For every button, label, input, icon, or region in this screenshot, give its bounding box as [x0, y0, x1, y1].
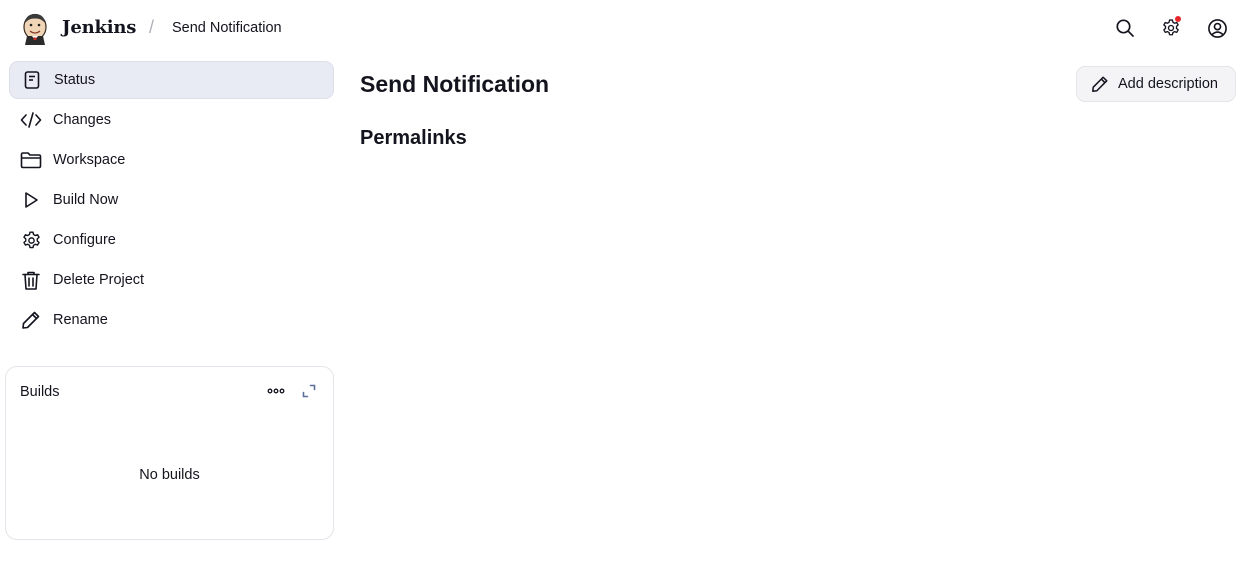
empty-state-text: No builds	[139, 467, 200, 483]
sidebar-item-changes[interactable]: Changes	[9, 101, 334, 139]
sidebar-item-status[interactable]: Status	[9, 61, 334, 99]
pencil-icon	[1091, 75, 1109, 93]
user-icon[interactable]	[1205, 16, 1229, 40]
notification-dot	[1175, 16, 1181, 22]
builds-title: Builds	[20, 384, 60, 400]
manage-gear-icon[interactable]	[1159, 16, 1183, 40]
gear-icon	[19, 228, 43, 252]
sidebar-item-configure[interactable]: Configure	[9, 221, 334, 259]
sidebar-item-label: Rename	[53, 312, 108, 328]
builds-panel: Builds No builds	[5, 366, 334, 540]
sidebar-item-label: Workspace	[53, 152, 126, 168]
breadcrumb-separator: /	[149, 17, 155, 37]
add-description-button[interactable]: Add description	[1076, 66, 1236, 102]
sidebar-item-delete-project[interactable]: Delete Project	[9, 261, 334, 299]
pencil-icon	[19, 308, 43, 332]
sidebar-item-rename[interactable]: Rename	[9, 301, 334, 339]
document-icon	[20, 68, 44, 92]
brand-name[interactable]: Jenkins	[62, 17, 136, 38]
add-description-label: Add description	[1118, 76, 1218, 92]
sidebar-item-label: Status	[54, 72, 96, 88]
search-icon[interactable]	[1113, 16, 1137, 40]
play-icon	[19, 188, 43, 212]
permalinks-heading: Permalinks	[360, 127, 467, 149]
jenkins-logo-icon[interactable]	[19, 10, 51, 46]
code-icon	[19, 108, 43, 132]
more-options-icon[interactable]	[264, 381, 288, 401]
page-title: Send Notification	[360, 71, 550, 97]
breadcrumb-current[interactable]: Send Notification	[172, 20, 282, 36]
trash-icon	[19, 268, 43, 292]
sidebar-item-label: Changes	[53, 112, 112, 128]
folder-icon	[19, 148, 43, 172]
top-header: Jenkins / Send Notification	[0, 0, 1249, 56]
sidebar-item-label: Configure	[53, 232, 116, 248]
sidebar-item-workspace[interactable]: Workspace	[9, 141, 334, 179]
sidebar-item-label: Delete Project	[53, 272, 145, 288]
sidebar-item-label: Build Now	[53, 192, 119, 208]
expand-icon[interactable]	[299, 381, 319, 401]
sidebar-item-build-now[interactable]: Build Now	[9, 181, 334, 219]
